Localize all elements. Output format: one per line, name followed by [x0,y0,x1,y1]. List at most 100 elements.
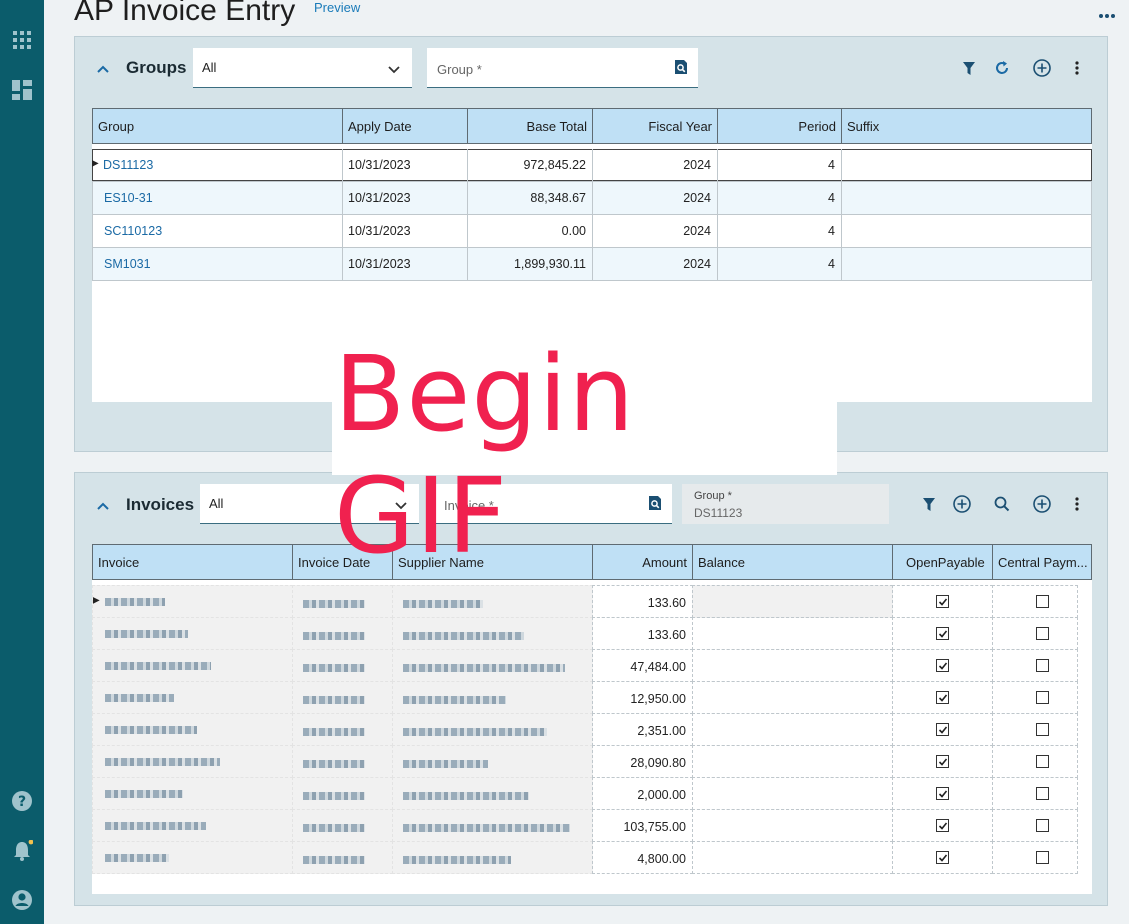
lookup-icon[interactable] [674,60,688,78]
user-icon[interactable] [9,887,35,913]
gif-overlay-banner: Begin GIF [332,333,837,577]
amount-value: 2,351.00 [637,724,686,738]
redacted-text [303,824,365,832]
central-payment-checkbox[interactable] [1036,691,1049,704]
balance-cell [692,713,893,746]
groups-col-fiscal-year[interactable]: Fiscal Year [592,108,718,144]
groups-filter-select[interactable]: All [193,48,412,88]
suffix-cell [841,214,1092,248]
redacted-text [105,854,169,862]
bell-icon[interactable] [9,838,35,864]
group-cell[interactable]: ▶ DS11123 [92,149,343,181]
groups-col-base-total[interactable]: Base Total [467,108,593,144]
groups-search-placeholder: Group * [437,62,482,77]
suffix-cell [841,149,1092,181]
refresh-icon[interactable] [992,58,1012,78]
more-horizontal-icon[interactable] [1098,6,1116,24]
invoice-cell[interactable]: ▶ [92,585,293,618]
invoice-date-cell [292,617,393,650]
invoice-cell[interactable] [92,841,293,874]
suffix-cell [841,247,1092,281]
groups-col-apply-date[interactable]: Apply Date [342,108,468,144]
supplier-name-cell [392,713,593,746]
collapse-chevron-icon[interactable] [96,61,110,79]
central-payment-cell [992,585,1078,618]
apply-date-cell: 10/31/2023 [342,149,468,181]
supplier-name-cell [392,841,593,874]
search-icon[interactable] [992,494,1012,514]
preview-link[interactable]: Preview [314,0,360,15]
invoice-cell[interactable] [92,777,293,810]
dashboard-icon[interactable] [9,77,35,103]
invoices-col-central-payment[interactable]: Central Paym... [992,544,1092,580]
invoice-date-cell [292,713,393,746]
redacted-text [303,792,365,800]
invoices-col-invoice[interactable]: Invoice [92,544,293,580]
redacted-text [303,600,365,608]
open-payable-checkbox[interactable] [936,595,949,608]
central-payment-checkbox[interactable] [1036,819,1049,832]
open-payable-checkbox[interactable] [936,723,949,736]
invoice-date-cell [292,649,393,682]
central-payment-checkbox[interactable] [1036,787,1049,800]
invoice-cell[interactable] [92,681,293,714]
suffix-cell [841,181,1092,215]
group-cell[interactable]: ES10-31 [92,181,343,215]
redacted-text [403,600,483,608]
central-payment-checkbox[interactable] [1036,851,1049,864]
amount-cell: 12,950.00 [592,681,693,714]
help-icon[interactable]: ? [9,788,35,814]
invoice-cell[interactable] [92,809,293,842]
invoice-cell[interactable] [92,713,293,746]
invoices-col-open-payable[interactable]: OpenPayable [892,544,993,580]
invoice-cell[interactable] [92,617,293,650]
amount-cell: 4,800.00 [592,841,693,874]
central-payment-cell [992,681,1078,714]
amount-value: 133.60 [647,596,686,610]
open-payable-checkbox[interactable] [936,819,949,832]
open-payable-checkbox[interactable] [936,851,949,864]
redacted-text [105,822,206,830]
groups-col-group[interactable]: Group [92,108,343,144]
filter-icon[interactable] [959,58,979,78]
central-payment-checkbox[interactable] [1036,659,1049,672]
amount-value: 4,800.00 [637,852,686,866]
groups-filter-value: All [202,60,217,75]
open-payable-checkbox[interactable] [936,787,949,800]
open-payable-cell [892,649,993,682]
add-circle-icon[interactable] [1032,494,1052,514]
invoice-cell[interactable] [92,649,293,682]
open-payable-checkbox[interactable] [936,755,949,768]
central-payment-cell [992,841,1078,874]
redacted-text [403,856,511,864]
add-circle-icon[interactable] [1032,58,1052,78]
central-payment-checkbox[interactable] [1036,595,1049,608]
collapse-chevron-icon[interactable] [96,498,110,516]
add-circle-icon[interactable] [952,494,972,514]
group-cell[interactable]: SC110123 [92,214,343,248]
supplier-name-cell [392,585,593,618]
central-payment-checkbox[interactable] [1036,627,1049,640]
kebab-icon[interactable] [1067,58,1087,78]
kebab-icon[interactable] [1067,494,1087,514]
amount-value: 47,484.00 [630,660,686,674]
open-payable-checkbox[interactable] [936,691,949,704]
invoices-grid: Invoice Invoice Date Supplier Name Amoun… [92,544,1092,894]
groups-search-input[interactable]: Group * [427,48,698,88]
invoice-cell[interactable] [92,745,293,778]
groups-col-period[interactable]: Period [717,108,842,144]
invoice-date-cell [292,841,393,874]
chevron-down-icon [388,62,400,77]
open-payable-checkbox[interactable] [936,659,949,672]
apply-date-cell: 10/31/2023 [342,214,468,248]
central-payment-cell [992,649,1078,682]
central-payment-checkbox[interactable] [1036,723,1049,736]
apps-grid-icon[interactable] [9,27,35,53]
groups-col-suffix[interactable]: Suffix [841,108,1092,144]
filter-icon[interactable] [919,494,939,514]
group-cell[interactable]: SM1031 [92,247,343,281]
open-payable-cell [892,713,993,746]
open-payable-checkbox[interactable] [936,627,949,640]
amount-value: 2,000.00 [637,788,686,802]
central-payment-checkbox[interactable] [1036,755,1049,768]
